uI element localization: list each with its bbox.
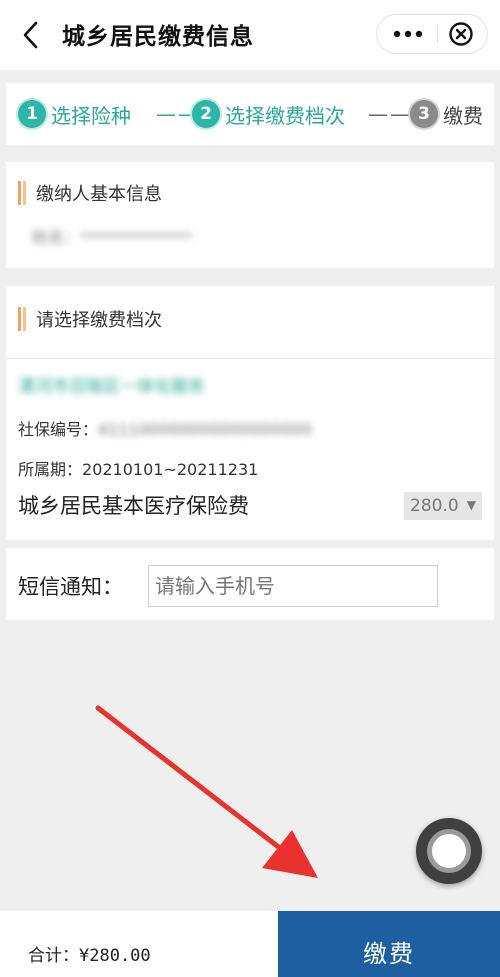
step-3-label: 缴费 (443, 103, 483, 128)
period-value: 20210101~20211231 (82, 460, 259, 479)
pay-button[interactable]: 缴费 (278, 911, 500, 977)
close-button[interactable] (438, 15, 488, 53)
step-3[interactable]: 3 缴费 (410, 97, 483, 131)
tier-select[interactable]: 280.0 ▼ (404, 492, 482, 520)
back-button[interactable] (14, 18, 48, 52)
payer-info-title: 缴纳人基本信息 (36, 184, 162, 205)
region-name: 漯河市召陵区一体化服务 (18, 377, 205, 397)
social-security-number: 411100000000000000000 (98, 420, 312, 439)
more-button[interactable] (377, 15, 437, 53)
close-circle-icon (449, 22, 473, 46)
section-accent-bar (18, 181, 26, 205)
section-accent-bar (18, 307, 26, 331)
step-1[interactable]: 1 选择险种 (18, 97, 131, 131)
payer-info-card: 缴纳人基本信息 姓名：************** (6, 162, 494, 268)
sms-label: 短信通知： (18, 575, 123, 599)
chevron-left-icon (23, 21, 38, 49)
tier-selection-header: 请选择缴费档次 (18, 306, 162, 332)
top-navigation-bar: 城乡居民缴费信息 (0, 0, 500, 70)
total-label: 合计： (28, 946, 79, 966)
social-security-row: 社保编号：411100000000000000000 (18, 416, 312, 440)
payer-name: 姓名：************** (32, 228, 193, 247)
step-2-number: 2 (192, 100, 220, 128)
total-amount: 合计：¥280.00 (28, 941, 151, 966)
floating-assistive-button[interactable] (416, 818, 482, 884)
period-row: 所属期：20210101~20211231 (18, 456, 258, 480)
more-dots-icon (393, 30, 423, 38)
social-security-label: 社保编号： (18, 420, 99, 439)
insurance-name: 城乡居民基本医疗保险费 (18, 494, 249, 518)
payer-info-header: 缴纳人基本信息 (18, 180, 162, 206)
floating-ring-icon (427, 829, 471, 873)
step-1-number: 1 (18, 100, 46, 128)
step-3-number: 3 (410, 100, 438, 128)
step-1-label: 选择险种 (51, 103, 131, 128)
step-2[interactable]: 2 选择缴费档次 (192, 97, 345, 131)
tier-selection-title: 请选择缴费档次 (36, 310, 162, 331)
period-label: 所属期： (18, 460, 83, 479)
dropdown-caret-icon: ▼ (466, 498, 476, 512)
phone-number-input[interactable] (148, 565, 438, 607)
tier-select-value: 280.0 (410, 496, 459, 516)
step-2-label: 选择缴费档次 (225, 103, 345, 128)
total-value: ¥280.00 (79, 946, 151, 966)
page-title: 城乡居民缴费信息 (62, 24, 254, 50)
step-separator-2: —— (368, 102, 412, 126)
progress-steps: 1 选择险种 —— 2 选择缴费档次 —— 3 缴费 (6, 83, 494, 145)
bottom-bar: 合计：¥280.00 缴费 (0, 911, 500, 977)
mini-program-capsule (376, 14, 488, 54)
section-divider (6, 358, 494, 359)
